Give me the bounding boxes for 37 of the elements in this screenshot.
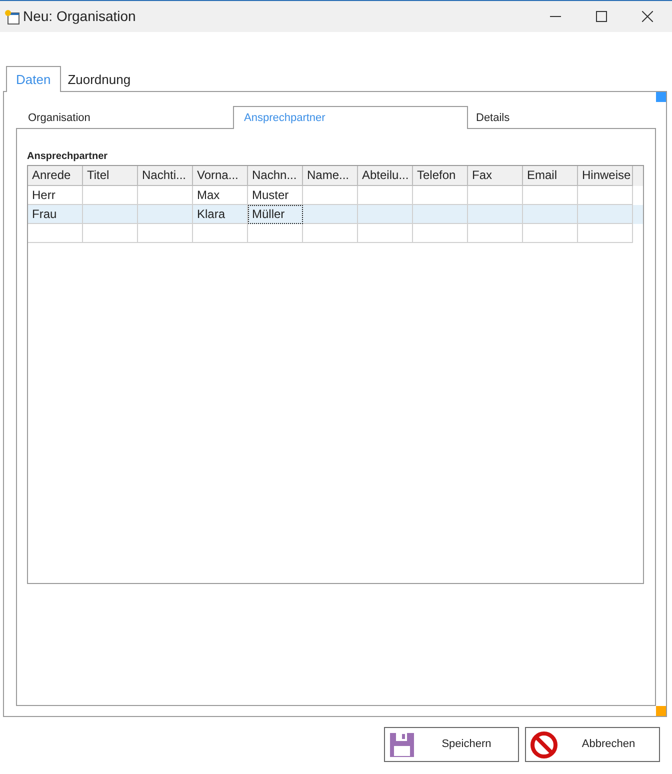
table-cell[interactable]	[358, 224, 413, 243]
save-button[interactable]: Speichern	[384, 727, 519, 762]
grid-row[interactable]: Frau Klara Müller	[28, 205, 643, 224]
tab[interactable]: Organisation	[16, 108, 233, 128]
table-cell[interactable]: Frau	[28, 205, 83, 224]
table-cell[interactable]	[523, 205, 578, 224]
table-cell[interactable]	[468, 224, 523, 243]
grid-title: Ansprechpartner	[27, 150, 109, 164]
table-cell[interactable]	[138, 205, 193, 224]
table-cell[interactable]	[578, 224, 633, 243]
minimize-icon	[550, 16, 560, 18]
table-cell[interactable]	[578, 205, 633, 224]
cancel-button[interactable]: Abbrechen	[525, 727, 660, 762]
new-window-icon	[4, 8, 20, 24]
table-cell[interactable]	[468, 205, 523, 224]
table-cell[interactable]: Klara	[193, 205, 248, 224]
table-cell[interactable]	[358, 205, 413, 224]
corner-marker	[656, 92, 666, 102]
table-cell[interactable]	[303, 205, 358, 224]
table-cell[interactable]: Müller	[248, 205, 303, 224]
maximize-icon	[596, 11, 606, 22]
table-cell[interactable]	[248, 224, 303, 243]
close-icon	[642, 11, 652, 22]
window-title: Neu: Organisation	[23, 7, 136, 26]
corner-marker	[656, 706, 666, 716]
tab[interactable]: Details	[468, 108, 588, 128]
table-cell[interactable]	[193, 224, 248, 243]
table-cell[interactable]	[83, 205, 138, 224]
table-cell[interactable]	[413, 205, 468, 224]
table-cell[interactable]	[138, 224, 193, 243]
table-cell[interactable]	[28, 224, 83, 243]
table-cell[interactable]	[413, 224, 468, 243]
table-cell[interactable]	[303, 224, 358, 243]
prohibited-icon	[530, 730, 558, 758]
table-cell[interactable]	[83, 224, 138, 243]
table-cell[interactable]	[523, 224, 578, 243]
tab[interactable]: Zuordnung	[60, 69, 138, 91]
